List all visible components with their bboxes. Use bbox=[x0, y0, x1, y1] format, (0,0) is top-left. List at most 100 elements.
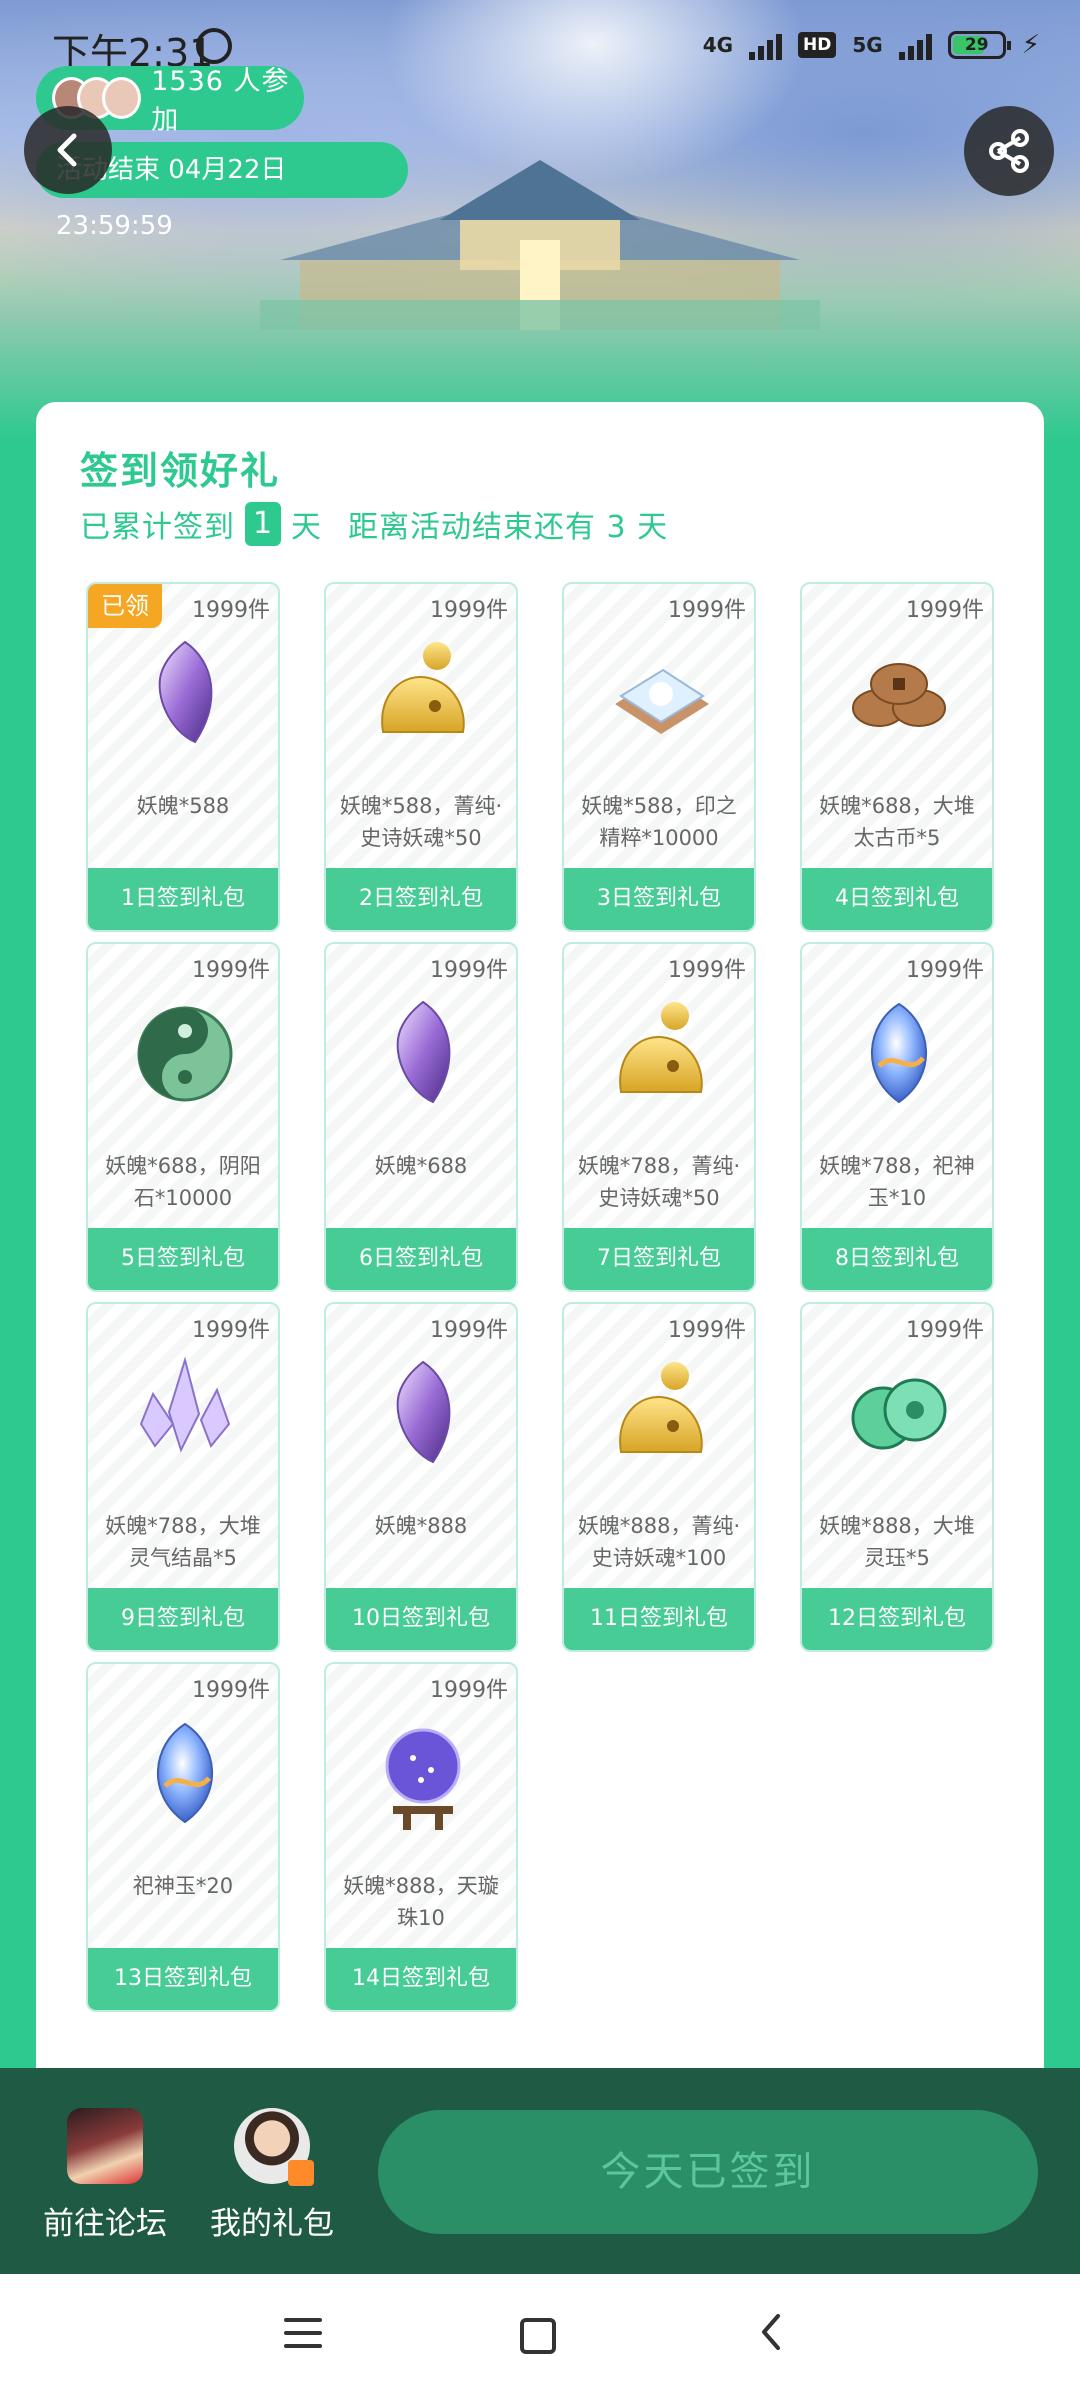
gold-spirit-icon bbox=[601, 1354, 721, 1474]
forum-label: 前往论坛 bbox=[43, 2206, 167, 2242]
star-orb-icon bbox=[363, 1714, 483, 1834]
reward-item[interactable]: 1999件 妖魄*788，祀神玉*10 8日签到礼包 bbox=[800, 942, 994, 1292]
item-gift-button[interactable]: 10日签到礼包 bbox=[326, 1588, 516, 1650]
gift-label: 我的礼包 bbox=[210, 2206, 334, 2242]
item-description: 妖魄*788，大堆灵气结晶*5 bbox=[105, 1514, 261, 1570]
item-stock-count: 1999件 bbox=[192, 1678, 270, 1703]
signal-icon-2 bbox=[898, 30, 932, 60]
gift-icon bbox=[288, 2160, 314, 2186]
item-stock-count: 1999件 bbox=[430, 1678, 508, 1703]
checkin-card: 签到领好礼 已累计签到 1 天 距离活动结束还有 3 天 已领 1999件 妖魄*5… bbox=[36, 402, 1044, 2068]
signed-prefix: 已累计签到 bbox=[80, 510, 235, 545]
aura-crystal-icon bbox=[125, 1354, 245, 1474]
item-gift-button[interactable]: 7日签到礼包 bbox=[564, 1228, 754, 1290]
item-gift-button[interactable]: 8日签到礼包 bbox=[802, 1228, 992, 1290]
reward-item[interactable]: 1999件妖魄*788，大堆灵气结晶*5 9日签到礼包 bbox=[86, 1302, 280, 1652]
remaining-days: 距离活动结束还有 3 天 bbox=[348, 510, 669, 545]
network-type-4g: 4G bbox=[702, 33, 734, 57]
reward-item[interactable]: 1999件妖魄*688 6日签到礼包 bbox=[324, 942, 518, 1292]
ancient-coins-icon bbox=[839, 634, 959, 754]
reward-item[interactable]: 1999件 妖魄*588，菁纯·史诗妖魂*50 2日签到礼包 bbox=[324, 582, 518, 932]
hd-icon: HD bbox=[798, 32, 837, 58]
user-avatar-icon bbox=[234, 2108, 314, 2186]
status-icons: 4G HD 5G 29 ⚡ bbox=[703, 30, 1040, 60]
forum-game-icon bbox=[67, 2108, 143, 2184]
reward-item[interactable]: 1999件妖魄*888 10日签到礼包 bbox=[324, 1302, 518, 1652]
seal-essence-icon bbox=[601, 634, 721, 754]
reward-item[interactable]: 已领 1999件妖魄*588 1日签到礼包 bbox=[86, 582, 280, 932]
bottom-bar: 前往论坛 我的礼包 今天已签到 bbox=[0, 2068, 1080, 2274]
item-stock-count: 1999件 bbox=[906, 958, 984, 983]
battery-level: 29 bbox=[964, 35, 989, 55]
item-gift-button[interactable]: 9日签到礼包 bbox=[88, 1588, 278, 1650]
item-description: 妖魄*688，大堆太古币*5 bbox=[819, 794, 975, 850]
item-description: 妖魄*688 bbox=[374, 1154, 468, 1178]
forum-link[interactable]: 前往论坛 bbox=[40, 2108, 170, 2243]
item-gift-button[interactable]: 11日签到礼包 bbox=[564, 1588, 754, 1650]
item-stock-count: 1999件 bbox=[192, 1318, 270, 1343]
item-description: 祀神玉*20 bbox=[132, 1874, 234, 1898]
signed-unit: 天 bbox=[291, 510, 322, 545]
purple-crystal-icon bbox=[363, 994, 483, 1114]
reward-item[interactable]: 1999件妖魄*888，天璇珠10 14日签到礼包 bbox=[324, 1662, 518, 2012]
menu-icon[interactable] bbox=[284, 2318, 322, 2357]
yinyang-stone-icon bbox=[125, 994, 245, 1114]
item-description: 妖魄*888，天璇珠10 bbox=[343, 1874, 499, 1930]
claimed-badge: 已领 bbox=[88, 584, 162, 628]
back-nav-icon[interactable] bbox=[756, 2312, 786, 2352]
spirit-jade-icon bbox=[839, 1354, 959, 1474]
item-description: 妖魄*888，菁纯·史诗妖魂*100 bbox=[577, 1514, 741, 1570]
network-type-5g: 5G bbox=[852, 33, 883, 57]
item-stock-count: 1999件 bbox=[430, 958, 508, 983]
my-gifts-link[interactable]: 我的礼包 bbox=[204, 2108, 340, 2243]
gold-spirit-icon bbox=[601, 994, 721, 1114]
reward-item[interactable]: 1999件 妖魄*888，菁纯·史诗妖魂*100 11日签到礼包 bbox=[562, 1302, 756, 1652]
home-icon[interactable] bbox=[520, 2318, 556, 2354]
item-gift-button[interactable]: 6日签到礼包 bbox=[326, 1228, 516, 1290]
item-description: 妖魄*888 bbox=[374, 1514, 468, 1538]
item-stock-count: 1999件 bbox=[668, 598, 746, 623]
item-stock-count: 1999件 bbox=[192, 598, 270, 623]
system-nav-bar bbox=[0, 2274, 1080, 2400]
item-gift-button[interactable]: 4日签到礼包 bbox=[802, 868, 992, 930]
item-description: 妖魄*688，阴阳石*10000 bbox=[105, 1154, 261, 1210]
charging-icon: ⚡ bbox=[1021, 30, 1040, 60]
hero-banner: 下午2:31 4G HD 5G 29 ⚡ 1536 人参加 活动结束 04月22… bbox=[0, 0, 1080, 440]
item-gift-button[interactable]: 1日签到礼包 bbox=[88, 868, 278, 930]
purple-crystal-icon bbox=[125, 634, 245, 754]
item-description: 妖魄*888，大堆灵珏*5 bbox=[819, 1514, 975, 1570]
reward-item[interactable]: 1999件祀神玉*20 13日签到礼包 bbox=[86, 1662, 280, 2012]
item-stock-count: 1999件 bbox=[906, 1318, 984, 1343]
participant-avatar bbox=[102, 77, 142, 119]
reward-item[interactable]: 1999件 妖魄*588，印之精粹*10000 3日签到礼包 bbox=[562, 582, 756, 932]
item-stock-count: 1999件 bbox=[430, 1318, 508, 1343]
item-stock-count: 1999件 bbox=[906, 598, 984, 623]
sacred-jade-icon bbox=[125, 1714, 245, 1834]
reward-item[interactable]: 1999件妖魄*688，大堆太古币*5 4日签到礼包 bbox=[800, 582, 994, 932]
item-gift-button[interactable]: 12日签到礼包 bbox=[802, 1588, 992, 1650]
item-gift-button[interactable]: 13日签到礼包 bbox=[88, 1948, 278, 2010]
signed-days: 1 bbox=[245, 502, 281, 546]
gold-spirit-icon bbox=[363, 634, 483, 754]
share-button[interactable] bbox=[964, 106, 1054, 196]
item-stock-count: 1999件 bbox=[668, 958, 746, 983]
item-gift-button[interactable]: 2日签到礼包 bbox=[326, 868, 516, 930]
item-description: 妖魄*588 bbox=[136, 794, 230, 818]
reward-item[interactable]: 1999件妖魄*688，阴阳石*10000 5日签到礼包 bbox=[86, 942, 280, 1292]
chevron-left-icon bbox=[57, 133, 77, 167]
sacred-jade-icon bbox=[839, 994, 959, 1114]
back-button[interactable] bbox=[24, 106, 112, 194]
reward-item[interactable]: 1999件妖魄*888，大堆灵珏*5 12日签到礼包 bbox=[800, 1302, 994, 1652]
reward-item[interactable]: 1999件妖魄*788，菁纯·史诗妖魂*50 7日签到礼包 bbox=[562, 942, 756, 1292]
item-stock-count: 1999件 bbox=[192, 958, 270, 983]
share-icon bbox=[989, 129, 1029, 173]
card-title: 签到领好礼 bbox=[80, 449, 281, 493]
item-gift-button[interactable]: 5日签到礼包 bbox=[88, 1228, 278, 1290]
battery-icon: 29 bbox=[947, 31, 1011, 59]
item-description: 妖魄*788，菁纯·史诗妖魂*50 bbox=[577, 1154, 741, 1210]
checkin-button[interactable]: 今天已签到 bbox=[378, 2110, 1038, 2234]
item-gift-button[interactable]: 14日签到礼包 bbox=[326, 1948, 516, 2010]
item-stock-count: 1999件 bbox=[430, 598, 508, 623]
item-gift-button[interactable]: 3日签到礼包 bbox=[564, 868, 754, 930]
checkin-progress: 已累计签到 1 天 距离活动结束还有 3 天 bbox=[80, 502, 668, 546]
